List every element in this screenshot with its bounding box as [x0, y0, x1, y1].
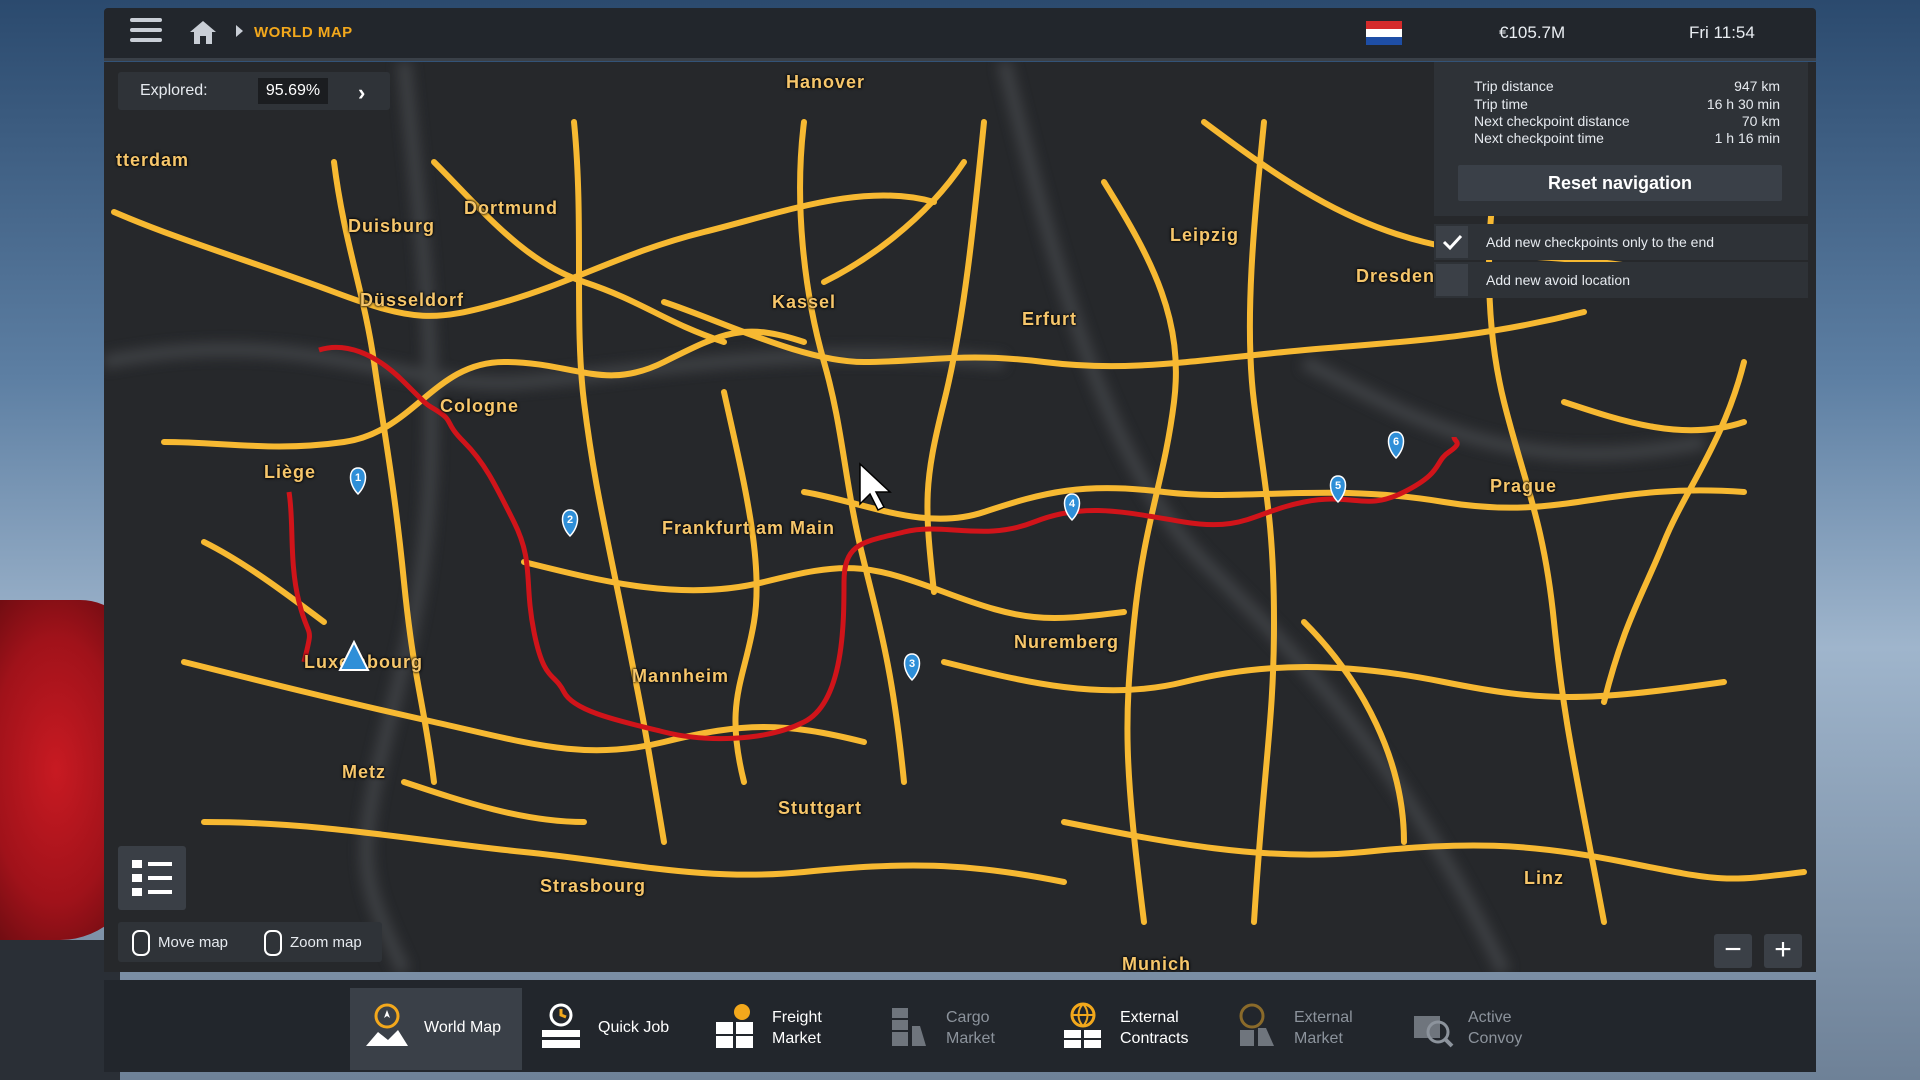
trip-distance-label: Trip distance [1474, 78, 1554, 94]
trip-distance-value: 947 km [1734, 78, 1780, 94]
waypoint-marker[interactable]: 1 [349, 467, 367, 496]
checkpoints-end-option[interactable]: Add new checkpoints only to the end [1434, 224, 1808, 260]
zoom-in-button[interactable]: + [1764, 934, 1802, 968]
mouse-scroll-icon [264, 930, 282, 956]
tab-external-contracts[interactable]: External Contracts [1046, 988, 1218, 1070]
next-checkpoint-time-value: 1 h 16 min [1714, 130, 1780, 146]
background-road [0, 940, 120, 1080]
waypoint-marker[interactable]: 4 [1063, 493, 1081, 522]
tab-label: World Map [424, 1019, 502, 1036]
tab-label-line2: Convoy [1468, 1030, 1523, 1047]
mouse-left-icon [132, 930, 150, 956]
waypoint-number: 4 [1069, 498, 1076, 510]
tab-label-line1: Active [1468, 1009, 1512, 1026]
route-navigation-panel: Trip distance 947 km Trip time 16 h 30 m… [1434, 62, 1808, 298]
checkbox[interactable] [1436, 226, 1468, 258]
checkbox[interactable] [1436, 264, 1468, 296]
tab-label-line1: Freight [772, 1009, 822, 1026]
breadcrumb-arrow-icon [236, 25, 243, 37]
waypoint-number: 5 [1335, 480, 1341, 492]
waypoint-number: 1 [355, 472, 361, 484]
next-checkpoint-distance-label: Next checkpoint distance [1474, 113, 1630, 129]
freight-market-icon [716, 1004, 753, 1048]
active-convoy-icon [1414, 1016, 1454, 1048]
zoom-map-hint: Zoom map [290, 934, 362, 951]
tab-external-market[interactable]: External Market [1220, 988, 1392, 1070]
route-info: Trip distance 947 km Trip time 16 h 30 m… [1434, 62, 1808, 216]
tab-label-line1: External [1294, 1009, 1353, 1026]
option-label: Add new avoid location [1486, 272, 1630, 288]
waypoint-marker[interactable]: 2 [561, 509, 579, 538]
top-bar: WORLD MAP €105.7M Fri 11:54 [104, 8, 1816, 61]
external-market-icon [1239, 1003, 1274, 1046]
player-truck-icon [338, 639, 370, 671]
menu-icon[interactable] [130, 18, 162, 46]
tab-label: Quick Job [598, 1019, 670, 1036]
tab-label-line2: Market [946, 1030, 995, 1047]
tab-world-map[interactable]: World Map [350, 988, 522, 1070]
reset-navigation-button[interactable]: Reset navigation [1458, 165, 1782, 201]
next-checkpoint-distance-value: 70 km [1741, 113, 1780, 129]
tab-cargo-market[interactable]: Cargo Market [872, 988, 1044, 1070]
quick-job-icon [542, 1003, 580, 1048]
trip-time-value: 16 h 30 min [1706, 96, 1780, 112]
cargo-market-icon [892, 1008, 926, 1046]
checkmark-icon [1442, 234, 1463, 251]
bottom-tab-bar: World Map Quick Job Freight Market Cargo… [104, 980, 1816, 1072]
game-clock: Fri 11:54 [1689, 23, 1755, 42]
tab-quick-job[interactable]: Quick Job [524, 988, 696, 1070]
tab-label-line2: Contracts [1120, 1030, 1189, 1047]
waypoint-marker[interactable]: 5 [1329, 475, 1347, 504]
avoid-location-option[interactable]: Add new avoid location [1434, 262, 1808, 298]
map-legend-button[interactable] [118, 846, 186, 910]
legend-list-icon [132, 860, 172, 896]
breadcrumb[interactable]: WORLD MAP [254, 24, 353, 41]
trip-time-label: Trip time [1474, 96, 1528, 112]
tab-label-line1: External [1120, 1009, 1179, 1026]
map-controls-hint: Move map Zoom map [118, 922, 382, 962]
tab-label-line1: Cargo [946, 1009, 990, 1026]
zoom-out-button[interactable]: − [1714, 934, 1752, 968]
money-balance: €105.7M [1499, 23, 1566, 42]
netherlands-flag-icon [1366, 21, 1402, 45]
home-icon[interactable] [188, 18, 218, 46]
world-map-icon [366, 1003, 408, 1046]
world-map[interactable]: Explored: 95.69% › Hanover tterdam Duisb… [104, 62, 1816, 972]
tab-label-line2: Market [772, 1030, 821, 1047]
waypoint-marker[interactable]: 3 [903, 653, 921, 682]
tab-label-line2: Market [1294, 1030, 1343, 1047]
tab-active-convoy[interactable]: Active Convoy [1394, 988, 1566, 1070]
waypoint-number: 3 [909, 658, 915, 670]
external-contracts-icon [1064, 1002, 1101, 1048]
waypoint-number: 6 [1393, 436, 1399, 448]
mouse-cursor-icon [859, 462, 892, 512]
waypoint-marker[interactable]: 6 [1387, 431, 1405, 460]
next-checkpoint-time-label: Next checkpoint time [1474, 130, 1604, 146]
tab-freight-market[interactable]: Freight Market [698, 988, 870, 1070]
option-label: Add new checkpoints only to the end [1486, 234, 1715, 250]
move-map-hint: Move map [158, 934, 229, 951]
waypoint-number: 2 [567, 514, 573, 526]
